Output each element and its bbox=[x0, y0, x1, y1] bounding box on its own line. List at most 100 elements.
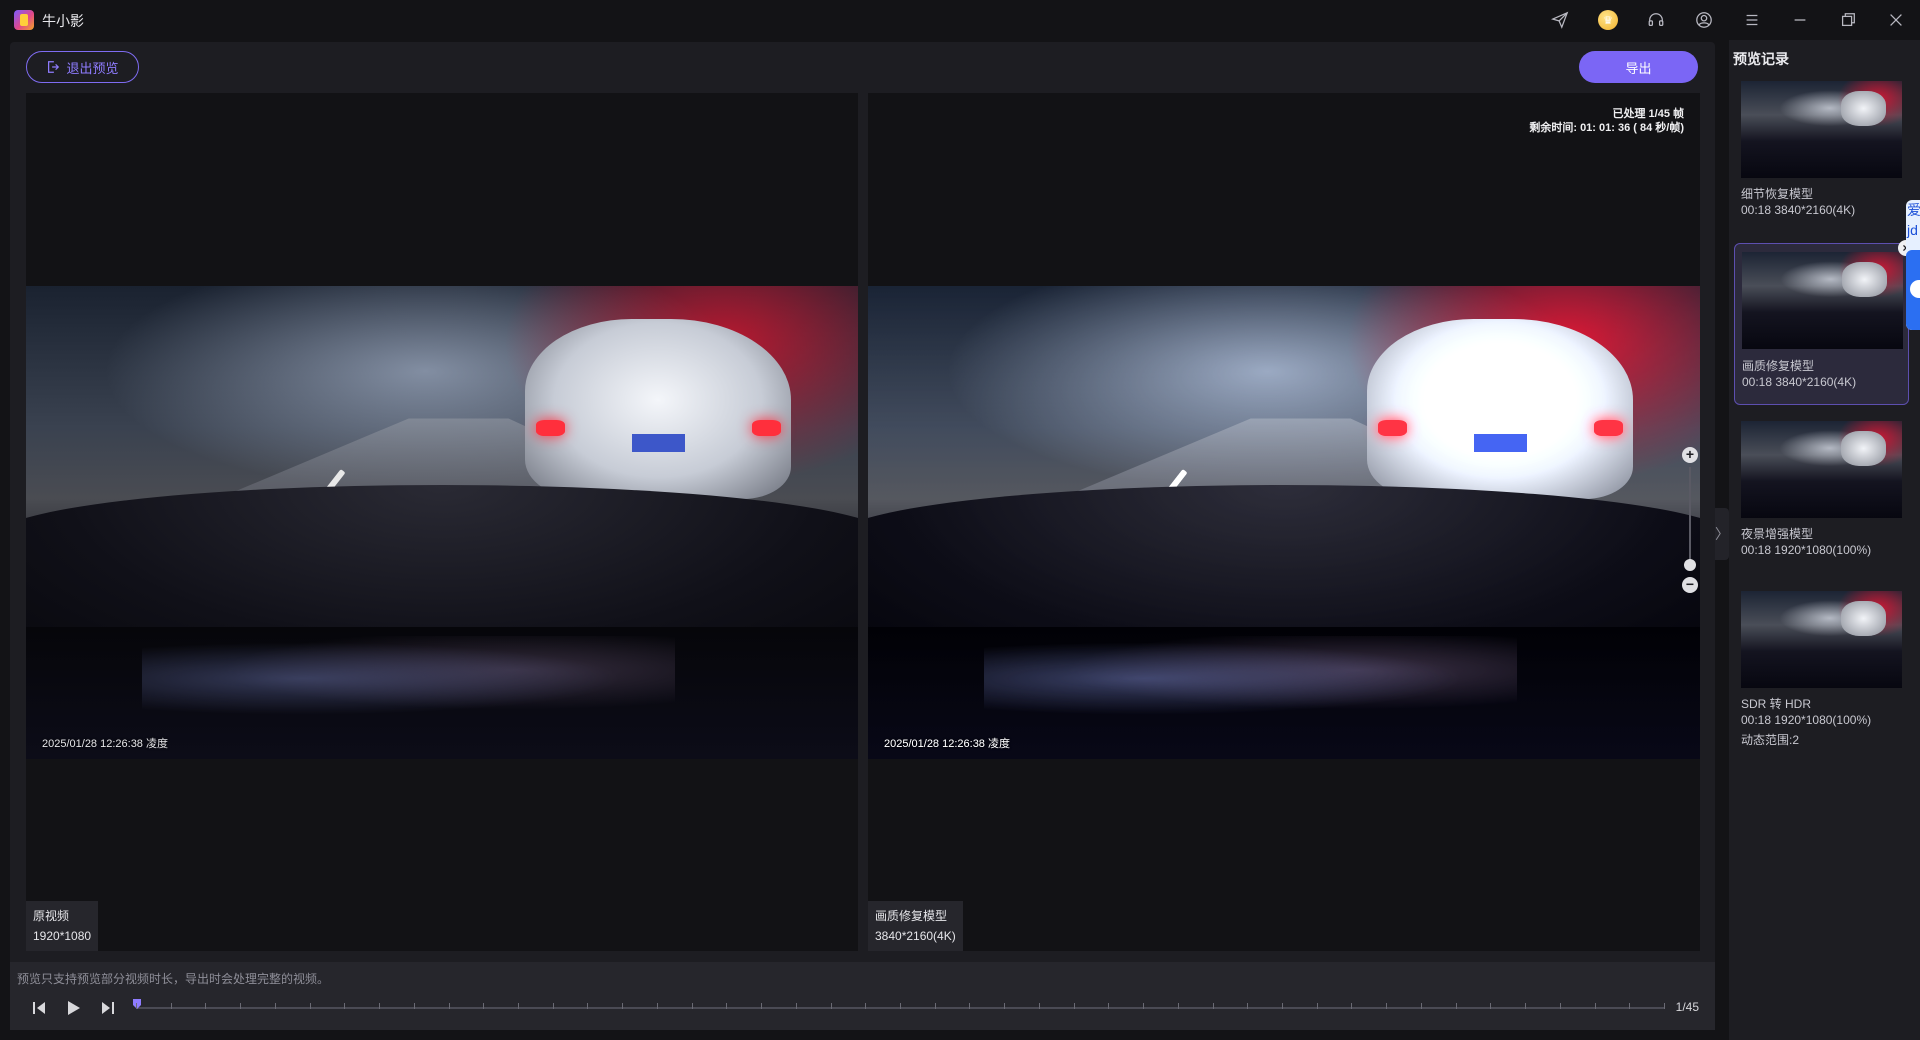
record-thumbnail[interactable] bbox=[1742, 252, 1903, 349]
white-car-image bbox=[525, 319, 792, 499]
record-meta: 00:18 3840*2160(4K) bbox=[1741, 203, 1856, 217]
pane-resolution: 3840*2160(4K) bbox=[875, 929, 956, 943]
record-thumbnail[interactable] bbox=[1741, 591, 1902, 688]
menu-icon[interactable] bbox=[1728, 0, 1776, 40]
title-bar: 牛小影 ♛ bbox=[0, 0, 1920, 40]
timeline-tick bbox=[1629, 1003, 1631, 1009]
next-frame-icon[interactable] bbox=[96, 996, 120, 1020]
record-extra: 动态范围:2 bbox=[1741, 733, 1800, 747]
timeline-tick bbox=[274, 1003, 276, 1009]
timeline-tick bbox=[1490, 1003, 1492, 1009]
timeline-tick bbox=[170, 1003, 172, 1009]
timeline-tick bbox=[379, 1003, 381, 1009]
timeline-tick bbox=[136, 1003, 137, 1009]
record-model-name: 夜景增强模型 bbox=[1741, 527, 1814, 541]
timeline-scrubber[interactable] bbox=[133, 999, 1665, 1009]
floating-assistant-widget[interactable]: 爱jd bbox=[1906, 200, 1920, 330]
record-model-name: 细节恢复模型 bbox=[1741, 187, 1814, 201]
timeline-tick bbox=[1073, 1003, 1075, 1009]
zoom-track[interactable] bbox=[1689, 467, 1691, 565]
send-icon[interactable] bbox=[1536, 0, 1584, 40]
timeline-tick bbox=[1212, 1003, 1214, 1009]
timeline-tick bbox=[1525, 1003, 1527, 1009]
timeline-tick bbox=[795, 1003, 797, 1009]
pane-resolution: 1920*1080 bbox=[33, 929, 92, 943]
timeline-tick bbox=[900, 1003, 901, 1009]
user-account-icon[interactable] bbox=[1680, 0, 1728, 40]
zoom-out-icon[interactable]: − bbox=[1682, 577, 1698, 593]
enhanced-video-frame: 2025/01/28 12:26:38 凌度 bbox=[868, 286, 1700, 759]
timeline-tick bbox=[830, 1003, 832, 1009]
timeline-tick bbox=[1004, 1003, 1006, 1009]
floating-widget-text: 爱jd bbox=[1907, 202, 1920, 238]
app-logo-icon bbox=[14, 10, 34, 30]
record-model-name: 画质修复模型 bbox=[1742, 359, 1815, 373]
timeline-tick bbox=[761, 1003, 763, 1009]
vip-crown-icon[interactable]: ♛ bbox=[1584, 0, 1632, 40]
exit-icon bbox=[48, 61, 60, 73]
preview-record-item[interactable]: SDR 转 HDR 00:18 1920*1080(100%) 动态范围:2 bbox=[1734, 588, 1909, 758]
white-car-image bbox=[1367, 319, 1634, 499]
remaining-time: 剩余时间: 01: 01: 36 ( 84 秒/帧) bbox=[1529, 122, 1684, 134]
timeline-tick bbox=[344, 1003, 346, 1009]
previous-frame-icon[interactable] bbox=[27, 996, 51, 1020]
timeline-tick bbox=[1455, 1003, 1457, 1009]
restore-window-icon[interactable] bbox=[1824, 0, 1872, 40]
timeline-tick bbox=[1386, 1003, 1388, 1009]
timeline-tick bbox=[587, 1003, 589, 1009]
zoom-in-icon[interactable]: + bbox=[1682, 447, 1698, 463]
timeline-tick bbox=[413, 1003, 415, 1009]
record-thumbnail[interactable] bbox=[1741, 421, 1902, 518]
timeline-tick bbox=[448, 1003, 450, 1009]
timeline-tick bbox=[1664, 1003, 1665, 1009]
sidebar-title: 预览记录 bbox=[1733, 51, 1789, 67]
timeline-tick bbox=[865, 1003, 867, 1009]
timeline-tick bbox=[1038, 1003, 1040, 1009]
timeline-tick bbox=[1247, 1003, 1249, 1009]
zoom-handle[interactable] bbox=[1684, 559, 1696, 571]
enhanced-video-pane: 已处理 1/45 帧 剩余时间: 01: 01: 36 ( 84 秒/帧) 20… bbox=[868, 93, 1700, 951]
exit-preview-button[interactable]: 退出预览 bbox=[26, 51, 139, 83]
original-video-pane: 2025/01/28 12:26:38 凌度 原视频 1920*1080 bbox=[26, 93, 858, 951]
timeline-playhead[interactable] bbox=[133, 999, 141, 1009]
timeline-tick bbox=[205, 1003, 207, 1009]
preview-record-item[interactable]: 细节恢复模型 00:18 3840*2160(4K) bbox=[1734, 78, 1909, 228]
timeline-tick bbox=[934, 1003, 936, 1009]
app-title: 牛小影 bbox=[42, 13, 84, 29]
timeline-tick bbox=[240, 1003, 242, 1009]
timeline-tick bbox=[622, 1003, 624, 1009]
record-thumbnail[interactable] bbox=[1741, 81, 1902, 178]
timeline-tick bbox=[1282, 1003, 1283, 1009]
zoom-slider[interactable]: + − bbox=[1682, 447, 1698, 593]
title-bar-actions: ♛ bbox=[1536, 0, 1920, 40]
minimize-icon[interactable] bbox=[1776, 0, 1824, 40]
timeline-tick bbox=[1420, 1003, 1422, 1009]
timeline-tick bbox=[691, 1003, 693, 1009]
record-meta: 00:18 3840*2160(4K) bbox=[1742, 375, 1857, 389]
preview-history-sidebar: 预览记录 细节恢复模型 00:18 3840*2160(4K) × 画质修复模型… bbox=[1729, 40, 1920, 1040]
timeline-tick bbox=[656, 1003, 658, 1009]
preview-hint: 预览只支持预览部分视频时长，导出时会处理完整的视频。 bbox=[17, 972, 330, 986]
timeline-tick bbox=[1316, 1003, 1318, 1009]
preview-record-item-selected[interactable]: × 画质修复模型 00:18 3840*2160(4K) bbox=[1734, 240, 1914, 405]
preview-record-item[interactable]: 夜景增强模型 00:18 1920*1080(100%) bbox=[1734, 418, 1909, 568]
timeline-tick bbox=[1559, 1003, 1561, 1009]
original-video-label: 原视频 1920*1080 bbox=[26, 901, 99, 951]
timeline-tick bbox=[1594, 1003, 1596, 1009]
pane-title: 画质修复模型 bbox=[875, 909, 948, 923]
play-icon[interactable] bbox=[61, 996, 85, 1020]
pane-title: 原视频 bbox=[33, 909, 70, 923]
timeline-tick bbox=[726, 1003, 728, 1009]
playback-bar: 预览只支持预览部分视频时长，导出时会处理完整的视频。 1/45 bbox=[10, 962, 1715, 1030]
timeline-tick bbox=[552, 1003, 554, 1009]
export-button[interactable]: 导出 bbox=[1579, 51, 1698, 83]
processing-status: 已处理 1/45 帧 剩余时间: 01: 01: 36 ( 84 秒/帧) bbox=[1529, 107, 1684, 135]
collapse-sidebar-chevron-icon[interactable]: 〉 bbox=[1715, 508, 1729, 560]
video-timestamp: 2025/01/28 12:26:38 凌度 bbox=[42, 738, 168, 750]
close-window-icon[interactable] bbox=[1872, 0, 1920, 40]
original-video-frame: 2025/01/28 12:26:38 凌度 bbox=[26, 286, 858, 759]
headset-support-icon[interactable] bbox=[1632, 0, 1680, 40]
exit-preview-label: 退出预览 bbox=[66, 60, 119, 76]
timeline-tick bbox=[1143, 1003, 1145, 1009]
frame-counter: 1/45 bbox=[1675, 1000, 1699, 1014]
